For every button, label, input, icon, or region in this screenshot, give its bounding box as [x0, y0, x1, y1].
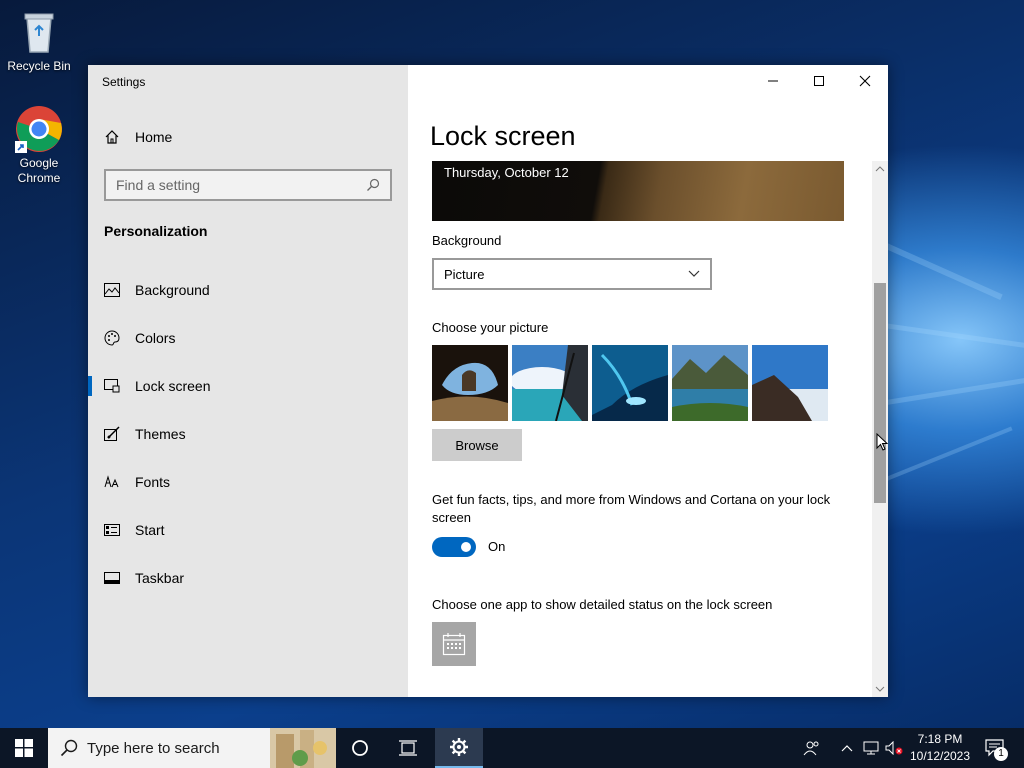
show-hidden-icons-button[interactable]: [837, 728, 857, 768]
sidebar-item-label: Colors: [135, 330, 176, 346]
picture-thumbnail-underwater[interactable]: [592, 345, 668, 421]
search-icon: [60, 739, 78, 757]
task-view-button[interactable]: [386, 728, 430, 768]
sidebar-item-lock-screen[interactable]: Lock screen: [88, 366, 408, 406]
picture-thumbnail-lake[interactable]: [672, 345, 748, 421]
window-title: Settings: [102, 75, 146, 89]
picture-thumbnail-cave[interactable]: [432, 345, 508, 421]
start-button[interactable]: [0, 728, 48, 768]
detailed-status-label: Choose one app to show detailed status o…: [432, 597, 773, 612]
sidebar-item-background[interactable]: Background: [88, 270, 408, 310]
palette-icon: [104, 330, 120, 346]
sidebar-item-colors[interactable]: Colors: [88, 318, 408, 358]
nav-home[interactable]: Home: [104, 129, 172, 145]
sidebar-item-label: Start: [135, 522, 165, 538]
brush-icon: [104, 426, 120, 442]
picture-thumbnail-mountain[interactable]: [752, 345, 828, 421]
sidebar-item-label: Fonts: [135, 474, 171, 490]
recycle-bin-icon: [15, 8, 63, 56]
sidebar-item-taskbar[interactable]: Taskbar: [88, 558, 408, 598]
taskbar-clock[interactable]: 7:18 PM 10/12/2023: [905, 731, 975, 765]
action-center-button[interactable]: 1: [980, 728, 1010, 768]
sidebar-item-themes[interactable]: Themes: [88, 414, 408, 454]
fun-facts-toggle[interactable]: [432, 537, 476, 557]
sidebar-item-label: Lock screen: [135, 378, 211, 394]
taskbar-settings-app[interactable]: [435, 728, 483, 768]
desktop-icon-google-chrome[interactable]: Google Chrome: [3, 105, 75, 186]
gear-icon: [450, 738, 468, 756]
clock-time: 7:18 PM: [917, 732, 963, 746]
settings-window: Settings Home Find a setting Personaliza…: [88, 65, 888, 697]
fun-facts-description: Get fun facts, tips, and more from Windo…: [432, 492, 831, 525]
scrollbar-thumb[interactable]: [874, 283, 886, 503]
settings-nav-pane: Settings Home Find a setting Personaliza…: [88, 65, 408, 697]
start-icon: [104, 522, 120, 538]
sidebar-item-start[interactable]: Start: [88, 510, 408, 550]
notification-badge: 1: [994, 747, 1008, 761]
toggle-state-label: On: [488, 539, 506, 554]
font-icon: [104, 474, 120, 490]
taskbar-search-placeholder: Type here to search: [87, 739, 220, 757]
sidebar-item-label: Background: [135, 282, 210, 298]
desktop-icon-label: Recycle Bin: [7, 59, 71, 73]
detailed-status-app-button[interactable]: [432, 622, 476, 666]
nav-home-label: Home: [135, 129, 173, 145]
windows-logo-icon: [15, 739, 33, 757]
shortcut-arrow-icon: [15, 141, 27, 153]
toggle-knob: [461, 542, 471, 552]
cortana-icon: [352, 740, 368, 756]
search-highlight-illustration: [270, 728, 336, 768]
content-scrollbar[interactable]: [872, 161, 888, 697]
mouse-cursor-icon: [876, 433, 888, 451]
network-icon: [863, 741, 879, 755]
choose-picture-label: Choose your picture: [432, 320, 549, 335]
picture-thumbnail-clouds[interactable]: [512, 345, 588, 421]
volume-button[interactable]: [884, 728, 904, 768]
lock-screen-icon: [104, 378, 120, 394]
background-dropdown[interactable]: Picture: [432, 258, 712, 290]
section-title: Personalization: [104, 223, 208, 239]
volume-muted-icon: [885, 741, 903, 755]
background-label: Background: [432, 233, 502, 248]
lock-screen-preview: Thursday, October 12: [432, 161, 844, 221]
sidebar-item-label: Themes: [135, 426, 186, 442]
desktop-icon-recycle-bin[interactable]: Recycle Bin: [3, 8, 75, 74]
home-icon: [105, 130, 119, 144]
people-button[interactable]: [800, 728, 824, 768]
search-placeholder: Find a setting: [116, 177, 201, 193]
sidebar-item-label: Taskbar: [135, 570, 185, 586]
browse-button[interactable]: Browse: [432, 429, 522, 461]
chrome-icon: [15, 105, 63, 153]
taskbar-icon: [104, 570, 120, 586]
desktop-icon-label: Google Chrome: [17, 156, 61, 185]
chevron-down-icon: [688, 270, 700, 277]
chevron-up-icon: [841, 745, 853, 752]
calendar-icon: [442, 633, 466, 656]
picture-icon: [104, 282, 120, 298]
settings-content-pane: Lock screen Thursday, October 12 Backgro…: [408, 65, 888, 697]
preview-date: Thursday, October 12: [444, 165, 569, 180]
network-button[interactable]: [861, 728, 881, 768]
task-view-icon: [399, 740, 417, 756]
search-icon: [367, 178, 380, 191]
find-setting-input[interactable]: Find a setting: [104, 169, 392, 201]
scroll-up-icon[interactable]: [872, 163, 888, 175]
taskbar: Type here to search 7:18 PM 10/12/2023 1: [0, 728, 1024, 768]
people-icon: [803, 741, 819, 756]
scroll-down-icon[interactable]: [872, 683, 888, 695]
page-title: Lock screen: [430, 121, 576, 151]
background-dropdown-value: Picture: [444, 266, 485, 282]
sidebar-item-fonts[interactable]: Fonts: [88, 462, 408, 502]
taskbar-search-box[interactable]: Type here to search: [48, 728, 336, 768]
cortana-button[interactable]: [338, 728, 382, 768]
clock-date: 10/12/2023: [909, 749, 971, 763]
